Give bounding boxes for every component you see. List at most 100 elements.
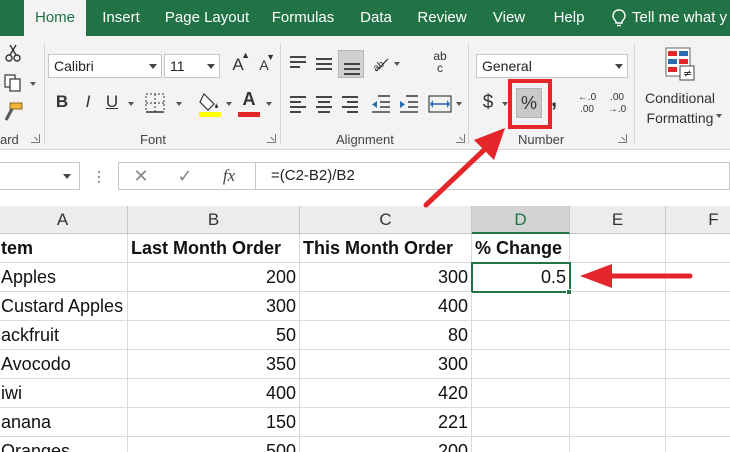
wrap-text-button[interactable]: ab c [428, 50, 452, 80]
cell-empty[interactable] [666, 437, 730, 452]
tell-me-search[interactable]: Tell me what y [632, 0, 727, 36]
decrease-indent-icon[interactable] [370, 94, 392, 114]
tab-review[interactable]: Review [408, 0, 476, 36]
underline-dropdown-caret[interactable] [128, 102, 134, 106]
cell-header-last-month[interactable]: Last Month Order [128, 234, 300, 263]
conditional-formatting-caret[interactable] [716, 114, 722, 118]
cut-icon[interactable] [4, 44, 22, 62]
cell-last-month[interactable]: 400 [128, 379, 300, 408]
cell-empty[interactable] [570, 321, 666, 350]
clipboard-launcher-icon[interactable] [31, 134, 40, 143]
format-painter-icon[interactable] [2, 102, 24, 122]
tab-insert[interactable]: Insert [92, 0, 150, 36]
borders-icon[interactable] [144, 92, 168, 116]
bold-button[interactable]: B [52, 92, 72, 116]
cell-change[interactable] [472, 350, 570, 379]
bottom-align-button[interactable] [338, 50, 364, 78]
decrease-decimal-button[interactable]: .00 →.0 [604, 92, 630, 120]
merge-center-icon[interactable] [428, 94, 452, 114]
cell-empty[interactable] [666, 263, 730, 292]
cell-change[interactable] [472, 292, 570, 321]
grow-font-button[interactable]: A ▲ [228, 50, 250, 77]
cell-this-month[interactable]: 300 [300, 263, 472, 292]
font-color-button[interactable]: A [238, 89, 260, 113]
column-header-c[interactable]: C [300, 206, 472, 234]
cell-this-month[interactable]: 80 [300, 321, 472, 350]
formula-input[interactable]: =(C2-B2)/B2 [256, 162, 730, 190]
column-header-e[interactable]: E [570, 206, 666, 234]
conditional-formatting-icon[interactable]: ≠ [664, 46, 696, 82]
tab-view[interactable]: View [482, 0, 536, 36]
increase-decimal-button[interactable]: ←.0 .00 [574, 92, 600, 120]
shrink-font-button[interactable]: A ▼ [254, 52, 275, 79]
column-header-d[interactable]: D [472, 206, 570, 234]
cell-item[interactable]: ackfruit [0, 321, 128, 350]
cell-last-month[interactable]: 500 [128, 437, 300, 452]
cell-empty[interactable] [666, 379, 730, 408]
cell-empty[interactable] [570, 379, 666, 408]
orientation-icon[interactable]: ab [370, 52, 392, 74]
cell-last-month[interactable]: 150 [128, 408, 300, 437]
fill-color-icon[interactable] [198, 90, 222, 118]
cell-empty[interactable] [570, 408, 666, 437]
alignment-launcher-icon[interactable] [456, 134, 465, 143]
cell-item[interactable]: Oranges [0, 437, 128, 452]
cell-empty[interactable] [570, 350, 666, 379]
font-size-combo[interactable]: 11 [164, 54, 220, 78]
cell-this-month[interactable]: 420 [300, 379, 472, 408]
font-launcher-icon[interactable] [267, 134, 276, 143]
tab-home[interactable]: Home [24, 0, 86, 36]
orientation-dropdown-caret[interactable] [394, 62, 400, 66]
underline-button[interactable]: U [102, 92, 122, 116]
cell-change[interactable] [472, 408, 570, 437]
currency-button[interactable]: $ [478, 92, 498, 116]
merge-dropdown-caret[interactable] [456, 102, 462, 106]
cell-empty[interactable] [666, 292, 730, 321]
top-align-icon[interactable] [290, 56, 306, 71]
cell-empty[interactable] [570, 292, 666, 321]
tab-data[interactable]: Data [350, 0, 402, 36]
cell-this-month[interactable]: 400 [300, 292, 472, 321]
comma-style-button[interactable]: , [548, 86, 560, 111]
column-header-b[interactable]: B [128, 206, 300, 234]
number-launcher-icon[interactable] [618, 134, 627, 143]
fill-handle[interactable] [566, 289, 572, 295]
increase-indent-icon[interactable] [398, 94, 420, 114]
column-header-f[interactable]: F [666, 206, 730, 234]
cell-empty[interactable] [570, 263, 666, 292]
cell-change[interactable] [472, 437, 570, 452]
align-right-icon[interactable] [342, 96, 358, 116]
middle-align-icon[interactable] [316, 58, 332, 73]
cell-item[interactable]: iwi [0, 379, 128, 408]
number-format-combo[interactable]: General [476, 54, 628, 78]
grip-dots-icon[interactable] [96, 170, 102, 184]
cell-last-month[interactable]: 50 [128, 321, 300, 350]
fill-color-dropdown-caret[interactable] [226, 102, 232, 106]
cell-last-month[interactable]: 200 [128, 263, 300, 292]
tab-help[interactable]: Help [542, 0, 596, 36]
cell-last-month[interactable]: 300 [128, 292, 300, 321]
enter-icon[interactable]: ✓ [173, 163, 197, 189]
align-center-icon[interactable] [316, 96, 332, 116]
cell-change[interactable] [472, 379, 570, 408]
borders-dropdown-caret[interactable] [176, 102, 182, 106]
cell-empty[interactable] [666, 408, 730, 437]
percent-style-button[interactable]: % [516, 88, 542, 118]
font-name-combo[interactable]: Calibri [48, 54, 162, 78]
align-left-icon[interactable] [290, 96, 306, 116]
insert-function-icon[interactable]: fx [217, 163, 241, 189]
cell-empty[interactable] [666, 321, 730, 350]
cell-header-change[interactable]: % Change [472, 234, 570, 263]
cell-item[interactable]: Custard Apples [0, 292, 128, 321]
cell-this-month[interactable]: 300 [300, 350, 472, 379]
cell-empty[interactable] [570, 437, 666, 452]
cancel-icon[interactable]: ✕ [129, 163, 153, 189]
cell-empty[interactable] [666, 234, 730, 263]
cell-item[interactable]: Apples [0, 263, 128, 292]
conditional-formatting-button[interactable]: Conditional Formatting [638, 88, 722, 128]
cell-item[interactable]: anana [0, 408, 128, 437]
cell-empty[interactable] [666, 350, 730, 379]
copy-icon[interactable] [4, 74, 24, 92]
cell-last-month[interactable]: 350 [128, 350, 300, 379]
cell-item[interactable]: Avocodo [0, 350, 128, 379]
